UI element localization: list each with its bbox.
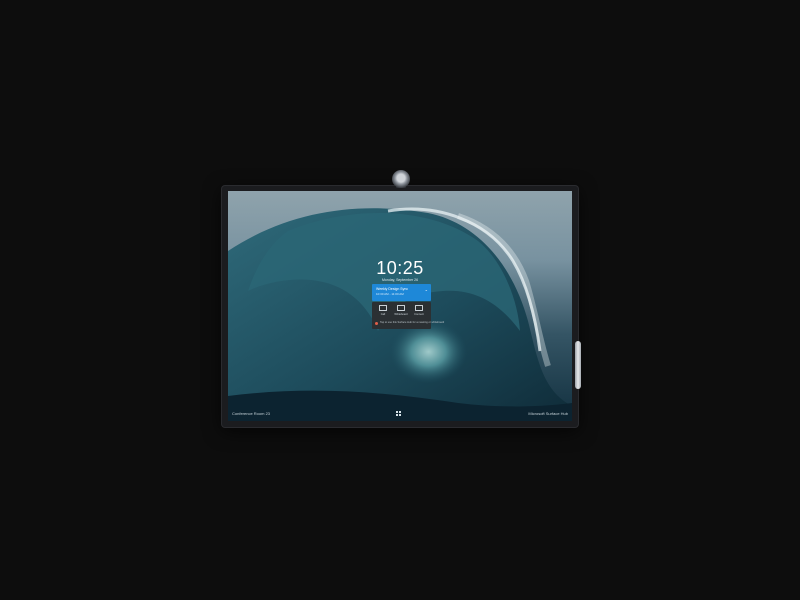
brand-label: Microsoft Surface Hub bbox=[528, 411, 568, 416]
chevron-down-icon[interactable]: ⌄ bbox=[425, 287, 428, 292]
call-label: Call bbox=[380, 313, 386, 316]
pen-icon bbox=[575, 341, 581, 389]
info-icon bbox=[375, 321, 378, 325]
windows-icon[interactable] bbox=[396, 411, 401, 416]
connect-icon bbox=[415, 305, 423, 311]
whiteboard-button[interactable]: Whiteboard bbox=[392, 305, 410, 317]
camera-icon bbox=[392, 170, 410, 188]
connect-button[interactable]: Connect bbox=[410, 305, 428, 317]
meeting-title: Weekly Design Sync bbox=[376, 287, 409, 291]
date: Monday, September 26 bbox=[381, 278, 419, 282]
whiteboard-icon bbox=[397, 305, 405, 311]
call-button[interactable]: Call bbox=[374, 305, 392, 317]
tip-text: Tap to use this Surface Hub for a meetin… bbox=[380, 321, 445, 324]
tip-row[interactable]: Tap to use this Surface Hub for a meetin… bbox=[374, 321, 444, 326]
room-name: Conference Room 23 bbox=[232, 411, 271, 416]
clock: 10:25 bbox=[376, 258, 424, 278]
meeting-card[interactable]: Weekly Design Sync 10:30 AM - 11:00 AM ⌄ bbox=[372, 284, 431, 301]
whiteboard-label: Whiteboard bbox=[394, 313, 408, 316]
action-panel: Call Whiteboard Connect Tap to use this … bbox=[372, 302, 444, 329]
connect-label: Connect bbox=[414, 313, 424, 316]
meeting-time: 10:30 AM - 11:00 AM bbox=[376, 292, 404, 296]
lock-screen[interactable]: 10:25 Monday, September 26 Weekly Design… bbox=[228, 191, 572, 421]
camera-icon bbox=[379, 305, 387, 311]
